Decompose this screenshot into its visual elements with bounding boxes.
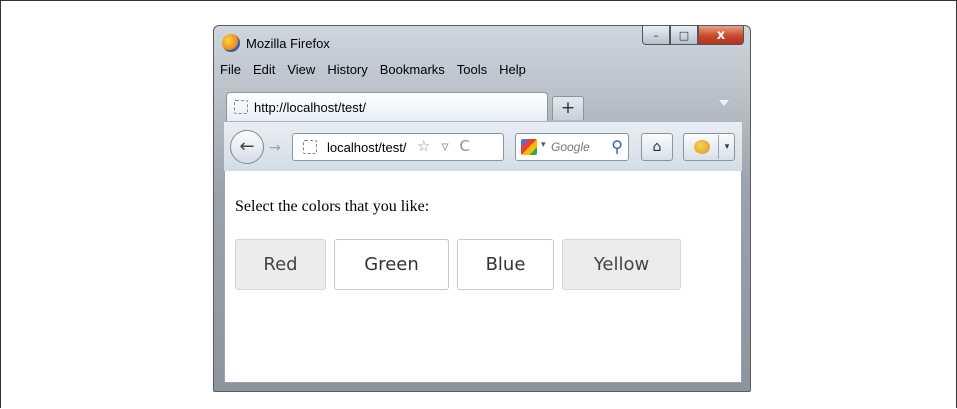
new-tab-button[interactable]: + bbox=[552, 96, 584, 120]
maximize-button[interactable]: □ bbox=[670, 26, 698, 45]
tab-label: http://localhost/test/ bbox=[254, 100, 367, 115]
addon-dropdown-icon[interactable]: ▾ bbox=[718, 135, 735, 159]
engine-dropdown-icon[interactable]: ▾ bbox=[541, 140, 546, 150]
close-button[interactable]: x bbox=[698, 26, 744, 45]
bookmark-star-icon[interactable]: ☆ ▿ C bbox=[417, 137, 473, 155]
page-content: Select the colors that you like: Red Gre… bbox=[224, 171, 742, 383]
window-title: Mozilla Firefox bbox=[246, 36, 330, 51]
browser-window: Mozilla Firefox – □ x File Edit View His… bbox=[213, 25, 751, 392]
menu-view[interactable]: View bbox=[285, 62, 315, 84]
page-prompt: Select the colors that you like: bbox=[235, 198, 430, 215]
addon-button[interactable]: ▾ bbox=[683, 133, 735, 161]
forward-button[interactable]: → bbox=[264, 137, 286, 159]
google-engine-icon[interactable] bbox=[521, 139, 537, 155]
tab-active[interactable]: http://localhost/test/ bbox=[226, 92, 548, 121]
window-controls: – □ x bbox=[642, 26, 744, 46]
menu-history[interactable]: History bbox=[325, 62, 367, 84]
menu-file[interactable]: File bbox=[218, 62, 241, 84]
url-bar[interactable]: localhost/test/ ☆ ▿ C bbox=[292, 133, 504, 161]
firefox-logo-icon bbox=[222, 34, 240, 52]
addon-icon bbox=[694, 140, 710, 154]
minimize-button[interactable]: – bbox=[642, 26, 670, 45]
green-button[interactable]: Green bbox=[334, 239, 449, 290]
menu-bar: File Edit View History Bookmarks Tools H… bbox=[218, 62, 536, 84]
red-button[interactable]: Red bbox=[235, 239, 326, 290]
menu-edit[interactable]: Edit bbox=[251, 62, 275, 84]
blue-button[interactable]: Blue bbox=[457, 239, 554, 290]
title-bar: Mozilla Firefox – □ x bbox=[214, 26, 750, 62]
menu-tools[interactable]: Tools bbox=[455, 62, 487, 84]
navigation-toolbar: ← → localhost/test/ ☆ ▿ C ▾ Google ⚲ ⌂ ▾ bbox=[224, 121, 742, 171]
home-button[interactable]: ⌂ bbox=[641, 133, 673, 161]
search-bar[interactable]: ▾ Google ⚲ bbox=[515, 133, 629, 161]
tab-list-icon[interactable] bbox=[719, 100, 729, 106]
url-text[interactable]: localhost/test/ bbox=[327, 140, 411, 155]
search-input[interactable]: Google bbox=[551, 140, 601, 154]
search-go-icon[interactable]: ⚲ bbox=[611, 137, 623, 156]
yellow-button[interactable]: Yellow bbox=[562, 239, 681, 290]
menu-help[interactable]: Help bbox=[497, 62, 526, 84]
menu-bookmarks[interactable]: Bookmarks bbox=[378, 62, 445, 84]
page-favicon-icon bbox=[234, 100, 248, 114]
site-identity-icon[interactable] bbox=[303, 140, 317, 154]
back-button[interactable]: ← bbox=[230, 130, 264, 164]
